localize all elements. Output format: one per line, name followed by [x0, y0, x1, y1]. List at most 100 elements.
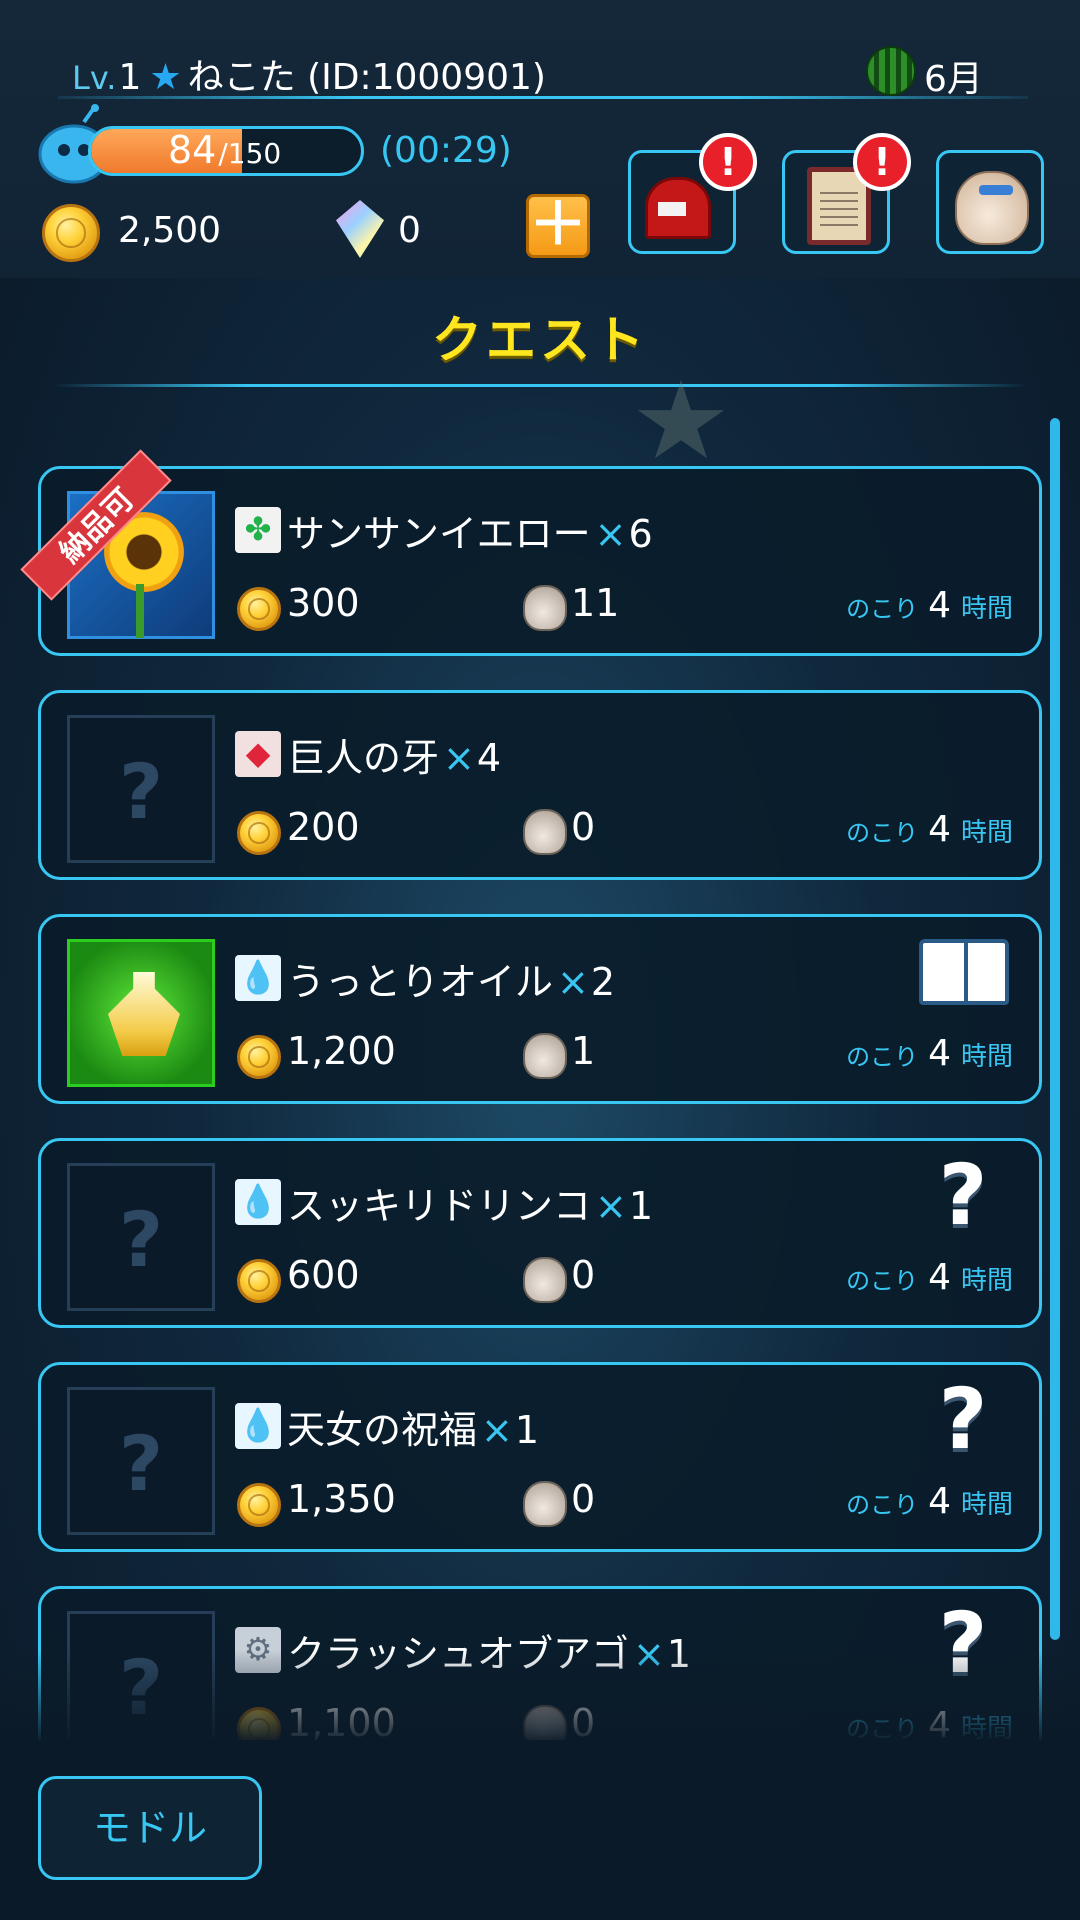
quest-item-name: 巨人の牙 [287, 736, 440, 780]
gem-type-icon: ◆ [235, 731, 281, 777]
reward-gold: 1,350 [287, 1477, 396, 1521]
quantity-count: 1 [514, 1408, 540, 1452]
season-month: 6月 [924, 59, 983, 100]
unknown-item-icon: ? [118, 747, 164, 836]
unknown-item-icon: ? [118, 1195, 164, 1284]
remaining-hours: 4 [928, 1481, 951, 1522]
remaining-hours: 4 [928, 1257, 951, 1298]
quest-item-name: スッキリドリンコ [287, 1184, 592, 1228]
gear-type-icon: ⚙ [235, 1627, 281, 1673]
quest-item-name: クラッシュオブアゴ [287, 1632, 630, 1676]
reward-pouch: 0 [571, 1701, 596, 1740]
player-name: ねこた (ID:1000901) [187, 57, 546, 98]
quest-card[interactable]: ? ⚙ クラッシュオブアゴ × 1 1,100 0 のこり 4 時間 ? [38, 1586, 1042, 1740]
reward-gold: 600 [287, 1253, 360, 1297]
stamina-timer: (00:29) [380, 130, 512, 171]
pouch-icon [523, 1481, 567, 1527]
pouch-icon [523, 585, 567, 631]
level-label: Lv. [72, 59, 117, 97]
add-currency-button[interactable]: ＋ [526, 194, 590, 258]
gem-amount: 0 [398, 210, 421, 251]
quantity-multiplier: × [481, 1408, 513, 1452]
alert-badge-icon: ! [699, 133, 757, 191]
quest-item: サンサンイエロー × 6 [287, 503, 653, 558]
item-thumbnail [67, 939, 215, 1087]
flower-stem [136, 584, 144, 638]
quest-item: クラッシュオブアゴ × 1 [287, 1623, 691, 1678]
bag-icon [955, 171, 1029, 245]
quest-card[interactable]: 納品可 ✤ サンサンイエロー × 6 300 11 のこり 4 時間 [20, 449, 1042, 656]
quantity-multiplier: × [557, 960, 589, 1004]
reward-pouch: 0 [571, 805, 596, 849]
gold-coin-icon [237, 587, 281, 631]
quest-item: 天女の祝福 × 1 [287, 1399, 539, 1454]
gold-coin-icon [42, 204, 100, 262]
quest-list[interactable]: 納品可 ✤ サンサンイエロー × 6 300 11 のこり 4 時間 ? ◆ 巨… [0, 440, 1080, 1740]
quest-item-name: 天女の祝福 [287, 1408, 478, 1452]
quest-item-name: うっとりオイル [287, 960, 554, 1004]
quantity-count: 4 [476, 736, 502, 780]
gold-coin-icon [237, 1483, 281, 1527]
reward-gold: 300 [287, 581, 360, 625]
player-level: 1 [118, 57, 142, 98]
title-divider [52, 384, 1028, 387]
pouch-icon [523, 809, 567, 855]
remaining-unit: 時間 [960, 1042, 1013, 1072]
gold-coin-icon [237, 811, 281, 855]
gold-coin-icon [237, 1707, 281, 1740]
remaining-label: のこり [846, 1715, 919, 1740]
clover-type-icon: ✤ [235, 507, 281, 553]
alert-badge-icon: ! [853, 133, 911, 191]
quest-board-button[interactable]: ! [782, 133, 911, 254]
time-remaining: のこり 4 時間 [846, 809, 1013, 850]
quantity-multiplier: × [633, 1632, 665, 1676]
reward-pouch: 1 [571, 1029, 596, 1073]
reward-pouch: 0 [571, 1477, 596, 1521]
remaining-unit: 時間 [960, 818, 1013, 848]
quantity-count: 2 [590, 960, 616, 1004]
unknown-item-icon: ? [118, 1643, 164, 1732]
gold-coin-icon [237, 1035, 281, 1079]
back-button[interactable]: モドル [38, 1776, 262, 1880]
quest-card[interactable]: 💧 うっとりオイル × 2 1,200 1 のこり 4 時間 [38, 914, 1042, 1104]
time-remaining: のこり 4 時間 [846, 1705, 1013, 1740]
quest-item: うっとりオイル × 2 [287, 951, 615, 1006]
gold-coin-icon [237, 1259, 281, 1303]
book-icon[interactable] [919, 939, 1009, 1005]
remaining-hours: 4 [928, 585, 951, 626]
pouch-icon [523, 1033, 567, 1079]
remaining-label: のこり [846, 1267, 919, 1295]
watermelon-icon [866, 46, 916, 96]
water-type-icon: 💧 [235, 1179, 281, 1225]
quantity-count: 1 [628, 1184, 654, 1228]
unknown-item-icon: ? [118, 1419, 164, 1508]
remaining-unit: 時間 [960, 1266, 1013, 1296]
remaining-unit: 時間 [960, 594, 1013, 624]
remaining-label: のこり [846, 1491, 919, 1519]
unknown-status-icon: ? [938, 1370, 988, 1468]
quest-card[interactable]: ? 💧 天女の祝福 × 1 1,350 0 のこり 4 時間 ? [38, 1362, 1042, 1552]
unknown-status-icon: ? [938, 1146, 988, 1244]
pouch-icon [523, 1257, 567, 1303]
player-info: Lv. 1 ★ ねこた (ID:1000901) [72, 48, 546, 100]
mailbox-button[interactable]: ! [628, 133, 757, 254]
item-thumbnail: ? [67, 1163, 215, 1311]
stamina-current: 84 [168, 128, 217, 172]
time-remaining: のこり 4 時間 [846, 1257, 1013, 1298]
remaining-hours: 4 [928, 1705, 951, 1740]
quest-card[interactable]: ? ◆ 巨人の牙 × 4 200 0 のこり 4 時間 [38, 690, 1042, 880]
remaining-unit: 時間 [960, 1490, 1013, 1520]
item-thumbnail: ? [67, 1611, 215, 1740]
item-thumbnail: ? [67, 715, 215, 863]
remaining-hours: 4 [928, 1033, 951, 1074]
mailbox-icon [645, 177, 711, 239]
scrollbar[interactable] [1050, 418, 1060, 1640]
quest-card[interactable]: ? 💧 スッキリドリンコ × 1 600 0 のこり 4 時間 ? [38, 1138, 1042, 1328]
reward-pouch: 0 [571, 1253, 596, 1297]
star-icon: ★ [149, 57, 182, 98]
quest-item: スッキリドリンコ × 1 [287, 1175, 653, 1230]
unknown-status-icon: ? [938, 1594, 988, 1692]
quest-item: 巨人の牙 × 4 [287, 727, 501, 782]
quantity-count: 6 [628, 512, 653, 556]
bag-button[interactable] [936, 150, 1044, 254]
